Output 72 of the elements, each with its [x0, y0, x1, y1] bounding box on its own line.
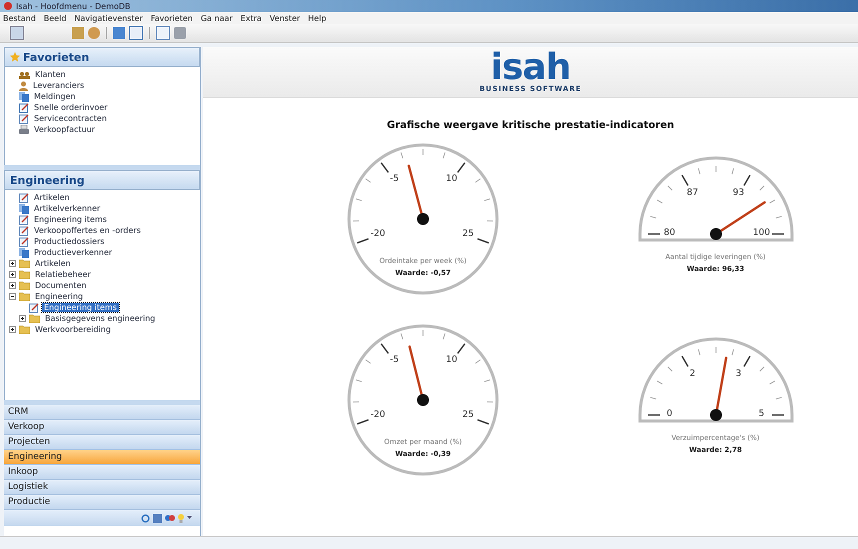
nav-button[interactable]: Inkoop — [4, 465, 200, 480]
collapse-icon[interactable] — [9, 293, 16, 300]
window-title: Isah - Hoofdmenu - DemoDB — [16, 2, 130, 10]
expand-icon[interactable] — [19, 315, 26, 322]
menu-item[interactable]: Extra — [240, 14, 262, 22]
nav-button[interactable]: Logistiek — [4, 480, 200, 495]
app-icon — [4, 2, 12, 10]
tick-label: 2 — [688, 369, 696, 380]
dropdown-icon[interactable] — [187, 516, 192, 520]
tree-item[interactable]: Engineering items — [42, 303, 119, 312]
nav-button[interactable]: CRM — [4, 405, 200, 420]
expand-icon[interactable] — [9, 326, 16, 333]
tree-item[interactable]: Werkvoorbereiding — [33, 325, 113, 334]
tree-item[interactable]: Relatiebeheer — [33, 270, 93, 279]
tick-label: -5 — [388, 174, 400, 184]
tree-item[interactable]: Productiedossiers — [32, 237, 106, 246]
menu-item[interactable]: Help — [308, 14, 326, 22]
expand-icon[interactable] — [9, 282, 16, 289]
dashboard-title: Grafische weergave kritische prestatie-indicatoren — [386, 120, 676, 131]
tree-item[interactable]: Documenten — [33, 281, 88, 290]
folder-icon — [19, 292, 30, 301]
favorite-item[interactable]: Verkoopfactuur — [32, 125, 97, 134]
favorite-item[interactable]: Snelle orderinvoer — [32, 103, 110, 112]
tick-label: 93 — [732, 188, 746, 198]
tick-label: 100 — [752, 228, 772, 238]
menu-item[interactable]: Navigatievenster — [74, 14, 143, 22]
menu-item[interactable]: Venster — [270, 14, 300, 22]
tick-label: 80 — [662, 228, 676, 238]
panel-title: Favorieten — [23, 50, 90, 64]
tree-item[interactable]: Artikelverkenner — [32, 204, 102, 213]
tick-label: 10 — [444, 355, 458, 366]
menu-item[interactable]: Favorieten — [150, 14, 193, 22]
nav-button[interactable]: Verkoop — [4, 420, 200, 435]
nav-button[interactable]: Productie — [4, 495, 200, 510]
tree-item[interactable]: Engineering items — [32, 215, 109, 224]
tick-label: -20 — [370, 410, 386, 420]
folder-icon — [19, 325, 30, 334]
menu-item[interactable]: Beeld — [44, 14, 66, 22]
tree-item[interactable]: Artikelen — [33, 259, 73, 268]
nav-button[interactable]: Engineering — [4, 450, 200, 465]
folder-icon — [29, 314, 40, 323]
panel-title: Engineering — [10, 174, 85, 186]
window-icon[interactable] — [10, 26, 24, 40]
tick-label: 87 — [686, 188, 700, 198]
folder-icon — [19, 259, 30, 268]
tick-label: -5 — [388, 355, 400, 366]
tree-item[interactable]: Engineering — [33, 292, 85, 301]
tick-label: 0 — [666, 409, 674, 419]
menu-item[interactable]: Ga naar — [200, 14, 233, 22]
tree-item[interactable]: Artikelen — [32, 193, 72, 202]
favorite-item[interactable]: Leveranciers — [31, 81, 86, 90]
menu-item[interactable]: Bestand — [3, 14, 36, 22]
nav-button[interactable]: Projecten — [4, 435, 200, 450]
tree-item[interactable]: Productieverkenner — [32, 248, 114, 257]
folder-icon — [19, 281, 30, 290]
favorite-item[interactable]: Servicecontracten — [32, 114, 109, 123]
tick-label: 3 — [734, 369, 742, 380]
star-icon — [10, 52, 20, 62]
logo-wordmark: isah — [490, 51, 570, 85]
refresh-icon[interactable] — [141, 514, 150, 522]
tree-item[interactable]: Verkoopoffertes en -orders — [32, 226, 143, 235]
favorite-item[interactable]: Klanten — [33, 70, 68, 79]
tick-label: 10 — [444, 174, 458, 184]
tick-label: 25 — [461, 229, 475, 240]
expand-icon[interactable] — [9, 271, 16, 278]
tree-item[interactable]: Basisgegevens engineering — [43, 314, 158, 323]
tick-label: 5 — [758, 409, 766, 419]
favorite-item[interactable]: Meldingen — [32, 92, 78, 101]
tick-label: 25 — [461, 410, 475, 420]
expand-icon[interactable] — [9, 260, 16, 267]
folder-icon — [19, 270, 30, 279]
tick-label: -20 — [370, 229, 386, 240]
